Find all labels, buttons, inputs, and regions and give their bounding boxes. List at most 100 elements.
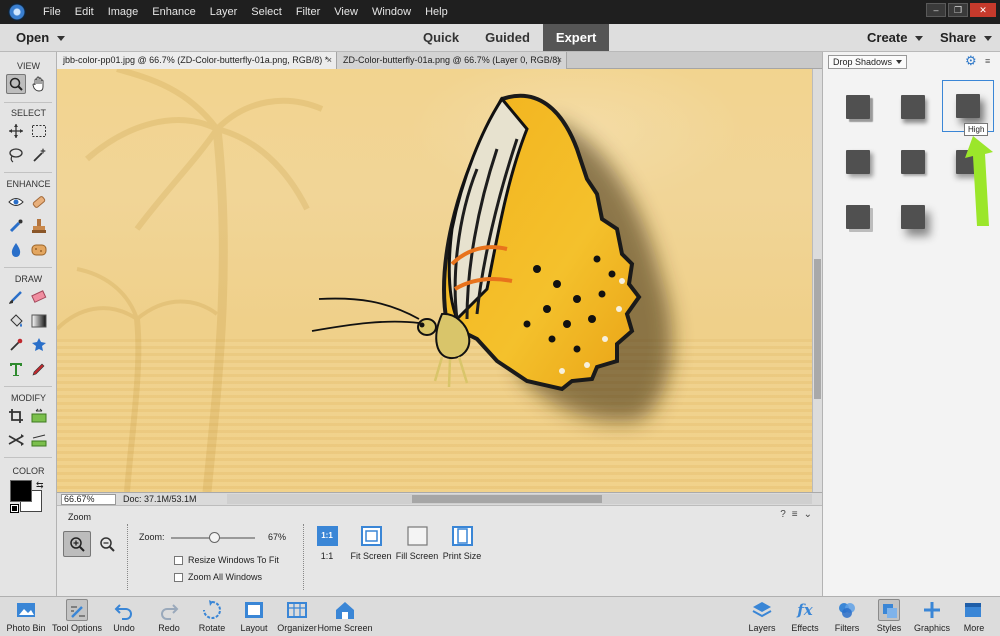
more-button[interactable]: More xyxy=(944,599,1000,633)
close-icon[interactable]: × xyxy=(327,52,332,69)
collapse-icon[interactable]: ⌄ xyxy=(804,509,812,520)
drop-shadow-swatch[interactable] xyxy=(893,197,933,237)
drop-shadow-swatch[interactable] xyxy=(838,197,878,237)
sponge-tool[interactable] xyxy=(29,240,49,260)
zoom-all-windows-checkbox[interactable] xyxy=(174,572,183,582)
horizontal-scrollbar[interactable] xyxy=(227,494,812,504)
tool-options-panel: Zoom ? ≡ ⌄ Zoom: 67% Resize Windows To F… xyxy=(57,505,822,596)
brush-icon xyxy=(9,291,22,304)
menu-view[interactable]: View xyxy=(327,0,365,24)
eyedropper-tool[interactable] xyxy=(6,335,26,355)
style-category-label: Drop Shadows xyxy=(833,57,893,67)
resize-windows-option[interactable]: Resize Windows To Fit xyxy=(174,555,279,565)
eraser-tool[interactable] xyxy=(29,287,49,307)
document-tab-active[interactable]: jbb-color-pp01.jpg @ 66.7% (ZD-Color-but… xyxy=(57,52,337,69)
effects-label: Effects xyxy=(791,623,819,633)
print-size-button[interactable]: Print Size xyxy=(430,526,494,561)
drop-shadow-swatch[interactable] xyxy=(838,142,878,182)
drop-shadow-swatch[interactable] xyxy=(893,87,933,127)
tab-guided[interactable]: Guided xyxy=(472,24,543,51)
gradient-icon xyxy=(31,314,47,328)
mode-bar: Open Quick Guided Expert Create Share xyxy=(0,24,1000,52)
content-aware-move-tool[interactable] xyxy=(6,430,26,450)
default-colors-icon[interactable] xyxy=(10,504,19,513)
create-button[interactable]: Create xyxy=(867,24,924,51)
drop-shadow-swatch[interactable] xyxy=(838,87,878,127)
restore-button[interactable]: ❐ xyxy=(948,3,968,17)
tab-expert[interactable]: Expert xyxy=(542,24,610,51)
smart-brush-tool[interactable] xyxy=(6,216,26,236)
custom-shape-tool[interactable] xyxy=(29,335,49,355)
help-icon[interactable]: ? xyxy=(780,509,786,520)
menu-enhance[interactable]: Enhance xyxy=(145,0,202,24)
panel-menu-icon[interactable]: ≡ xyxy=(792,509,798,520)
close-window-button[interactable]: ✕ xyxy=(970,3,996,17)
type-tool[interactable] xyxy=(6,359,26,379)
menu-edit[interactable]: Edit xyxy=(68,0,101,24)
section-enhance-label: ENHANCE xyxy=(6,179,51,189)
crop-tool[interactable] xyxy=(6,406,26,426)
eyedropper-icon xyxy=(10,338,23,351)
pencil-tool[interactable] xyxy=(29,359,49,379)
minimize-button[interactable]: – xyxy=(926,3,946,17)
gear-icon[interactable]: ⚙ xyxy=(965,53,977,69)
brush-tool[interactable] xyxy=(6,287,26,307)
divider xyxy=(4,386,52,387)
zoom-percent-field[interactable]: 66.67% xyxy=(61,494,116,505)
document-tab[interactable]: ZD-Color-butterfly-01a.png @ 66.7% (Laye… xyxy=(337,52,567,69)
menu-file[interactable]: File xyxy=(36,0,68,24)
rotate-label: Rotate xyxy=(198,623,226,633)
close-icon[interactable]: × xyxy=(557,52,562,69)
recompose-tool[interactable] xyxy=(29,406,49,426)
menu-bar: File Edit Image Enhance Layer Select Fil… xyxy=(0,0,1000,24)
style-category-dropdown[interactable]: Drop Shadows xyxy=(828,55,907,69)
gradient-tool[interactable] xyxy=(29,311,49,331)
marquee-tool[interactable] xyxy=(29,121,49,141)
menu-layer[interactable]: Layer xyxy=(203,0,245,24)
move-tool[interactable] xyxy=(6,121,26,141)
magic-wand-icon xyxy=(33,148,46,162)
shadow-preview xyxy=(901,205,925,229)
zoom-in-icon xyxy=(70,537,85,552)
zoom-all-windows-option[interactable]: Zoom All Windows xyxy=(174,572,262,582)
tool-options-controls: ? ≡ ⌄ xyxy=(780,509,812,520)
zoom-tool[interactable] xyxy=(6,74,26,94)
image-canvas[interactable] xyxy=(57,69,812,492)
tab-quick[interactable]: Quick xyxy=(410,24,472,51)
vertical-scrollbar[interactable] xyxy=(812,69,822,492)
blur-tool[interactable] xyxy=(6,240,26,260)
foreground-color-swatch[interactable] xyxy=(10,480,32,502)
app-logo-icon[interactable] xyxy=(8,3,26,21)
actual-pixels-label: 1:1 xyxy=(320,551,334,561)
paint-bucket-tool[interactable] xyxy=(6,311,26,331)
sponge-icon xyxy=(31,244,47,256)
swap-colors-icon[interactable]: ⇆ xyxy=(36,480,44,491)
drop-shadow-swatch[interactable] xyxy=(893,142,933,182)
zoom-in-button[interactable] xyxy=(63,531,91,557)
horizontal-scroll-thumb[interactable] xyxy=(412,495,602,503)
red-eye-tool[interactable] xyxy=(6,192,26,212)
shadow-preview xyxy=(901,95,925,119)
straighten-tool[interactable] xyxy=(29,430,49,450)
redo-label: Redo xyxy=(158,623,180,633)
hand-tool[interactable] xyxy=(29,74,49,94)
share-button[interactable]: Share xyxy=(940,24,993,51)
document-size: Doc: 37.1M/53.1M xyxy=(123,494,197,504)
menu-filter[interactable]: Filter xyxy=(289,0,327,24)
lasso-tool[interactable] xyxy=(6,145,26,165)
spot-healing-tool[interactable] xyxy=(29,192,49,212)
tool-options-title: Zoom xyxy=(68,512,92,522)
magic-wand-tool[interactable] xyxy=(29,145,49,165)
menu-image[interactable]: Image xyxy=(101,0,146,24)
panel-menu-icon[interactable]: ≡ xyxy=(985,56,990,66)
zoom-slider-thumb[interactable] xyxy=(208,532,220,543)
clone-stamp-tool[interactable] xyxy=(29,216,49,236)
vertical-scroll-thumb[interactable] xyxy=(814,259,821,399)
open-button[interactable]: Open xyxy=(0,24,70,51)
menu-window[interactable]: Window xyxy=(365,0,418,24)
zoom-out-button[interactable] xyxy=(93,531,121,557)
menu-select[interactable]: Select xyxy=(244,0,289,24)
resize-windows-checkbox[interactable] xyxy=(174,555,183,565)
menu-help[interactable]: Help xyxy=(418,0,455,24)
home-screen-button[interactable]: Home Screen xyxy=(315,599,375,633)
